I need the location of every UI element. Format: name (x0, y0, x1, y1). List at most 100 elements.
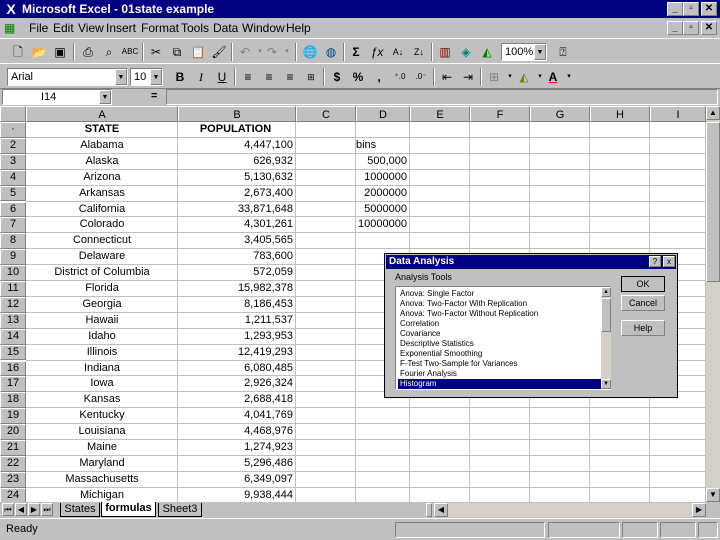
scroll-up-icon[interactable]: ▲ (706, 106, 720, 120)
state-cell[interactable]: Georgia (26, 297, 178, 313)
tab-split-handle[interactable] (426, 503, 432, 517)
analysis-tool-item[interactable]: Covariance (398, 329, 604, 339)
state-cell[interactable]: Kentucky (26, 408, 178, 424)
help-button[interactable]: Help (621, 320, 665, 336)
column-header-h[interactable]: H (590, 106, 650, 122)
population-cell[interactable]: 572,059 (178, 265, 293, 281)
state-cell[interactable]: Indiana (26, 361, 178, 377)
doc-minimize-button[interactable]: _ (667, 21, 683, 35)
comma-button[interactable]: , (369, 67, 389, 87)
bin-value-cell[interactable]: 5000000 (356, 202, 407, 218)
row-header[interactable]: 18 (0, 392, 26, 409)
menu-edit[interactable]: Edit (53, 21, 74, 35)
sheet-tab-formulas[interactable]: formulas (101, 502, 156, 517)
row-header[interactable]: 22 (0, 455, 26, 472)
column-header-b[interactable]: B (178, 106, 296, 122)
map-icon[interactable]: ◈ (456, 42, 476, 62)
row-header[interactable]: 21 (0, 440, 26, 456)
population-cell[interactable]: 2,673,400 (178, 186, 293, 202)
state-cell[interactable]: Alaska (26, 154, 178, 170)
population-cell[interactable]: 3,405,565 (178, 233, 293, 249)
column-header-c[interactable]: C (296, 106, 356, 122)
align-right-icon[interactable]: ≡ (280, 67, 300, 87)
bins-label-cell[interactable]: bins (356, 138, 407, 154)
row-header[interactable]: 13 (0, 312, 26, 329)
scroll-left-icon[interactable]: ◀ (434, 503, 448, 517)
state-cell[interactable]: Arizona (26, 170, 178, 186)
row-header[interactable]: 9 (0, 249, 26, 266)
row-header[interactable]: 15 (0, 344, 26, 361)
list-scrollbar[interactable]: ▲ ▼ (601, 287, 611, 389)
row-header[interactable]: 11 (0, 281, 26, 297)
row-header[interactable]: 12 (0, 296, 26, 313)
menu-format[interactable]: Format (141, 21, 179, 35)
dialog-close-icon[interactable]: x (663, 256, 675, 267)
analysis-tool-item[interactable]: Fourier Analysis (398, 369, 604, 379)
ok-button[interactable]: OK (621, 276, 665, 292)
bin-value-cell[interactable]: 1000000 (356, 170, 407, 186)
bin-value-cell[interactable]: 500,000 (356, 154, 407, 170)
row-header[interactable]: 24 (0, 487, 26, 502)
state-cell[interactable]: Florida (26, 281, 178, 297)
population-cell[interactable]: 2,926,324 (178, 376, 293, 392)
menu-view[interactable]: View (78, 21, 104, 35)
horizontal-scroll-track[interactable] (448, 503, 692, 517)
analysis-tool-item[interactable]: F-Test Two-Sample for Variances (398, 359, 604, 369)
save-icon[interactable]: ▣ (50, 42, 70, 62)
menu-help[interactable]: Help (286, 21, 311, 35)
population-cell[interactable]: 1,293,953 (178, 329, 293, 345)
state-cell[interactable]: California (26, 202, 178, 218)
menu-insert[interactable]: Insert (106, 21, 136, 35)
hyperlink-icon[interactable]: 🌐 (300, 42, 320, 62)
row-header[interactable]: 19 (0, 408, 26, 425)
cut-icon[interactable]: ✂ (146, 42, 166, 62)
analysis-tools-list[interactable]: Anova: Single Factor Anova: Two-Factor Wi… (395, 286, 611, 390)
population-header-cell[interactable]: POPULATION (178, 122, 293, 138)
autosum-icon[interactable]: Σ (346, 42, 366, 62)
vertical-scroll-thumb[interactable] (706, 122, 720, 282)
state-cell[interactable]: Colorado (26, 217, 178, 233)
analysis-tool-item[interactable]: Exponential Smoothing (398, 349, 604, 359)
italic-button[interactable]: I (191, 67, 211, 87)
list-scroll-up-icon[interactable]: ▲ (601, 287, 611, 297)
prev-sheet-icon[interactable]: ◀ (15, 503, 27, 516)
row-header[interactable]: 20 (0, 424, 26, 440)
redo-dropdown-icon[interactable]: ▾ (277, 42, 297, 62)
formula-input[interactable] (166, 89, 718, 105)
open-icon[interactable]: 📂 (29, 42, 49, 62)
state-cell[interactable]: Michigan (26, 488, 178, 502)
state-header-cell[interactable]: STATE (26, 122, 178, 138)
zoom-dropdown-icon[interactable]: ▼ (534, 44, 546, 60)
select-all-button[interactable] (0, 106, 26, 122)
menu-file[interactable]: File (29, 21, 48, 35)
state-cell[interactable]: Louisiana (26, 424, 178, 440)
column-header-f[interactable]: F (470, 106, 530, 122)
population-cell[interactable]: 12,419,293 (178, 345, 293, 361)
state-cell[interactable]: Alabama (26, 138, 178, 154)
name-box[interactable]: I14 ▼ (2, 89, 112, 105)
bin-value-cell[interactable]: 2000000 (356, 186, 407, 202)
population-cell[interactable]: 4,041,769 (178, 408, 293, 424)
menu-data[interactable]: Data (213, 21, 238, 35)
population-cell[interactable]: 6,349,097 (178, 472, 293, 488)
web-toolbar-icon[interactable]: ◍ (321, 42, 341, 62)
column-header-e[interactable]: E (410, 106, 470, 122)
menu-window[interactable]: Window (242, 21, 285, 35)
state-cell[interactable]: Delaware (26, 249, 178, 265)
equals-label[interactable]: = (151, 90, 157, 102)
print-icon[interactable]: ⎙ (78, 42, 98, 62)
menu-tools[interactable]: Tools (181, 21, 209, 35)
population-cell[interactable]: 4,301,261 (178, 217, 293, 233)
population-cell[interactable]: 9,938,444 (178, 488, 293, 502)
population-cell[interactable]: 1,274,923 (178, 440, 293, 456)
column-header-d[interactable]: D (356, 106, 410, 122)
row-header[interactable]: 14 (0, 328, 26, 345)
population-cell[interactable]: 8,186,453 (178, 297, 293, 313)
zoom-box[interactable]: 100% ▼ (501, 43, 547, 61)
state-cell[interactable]: Arkansas (26, 186, 178, 202)
align-left-icon[interactable]: ≡ (238, 67, 258, 87)
population-cell[interactable]: 2,688,418 (178, 392, 293, 408)
size-dropdown-icon[interactable]: ▼ (150, 69, 162, 85)
population-cell[interactable]: 4,468,976 (178, 424, 293, 440)
new-icon[interactable]: 🗋 (8, 42, 28, 62)
